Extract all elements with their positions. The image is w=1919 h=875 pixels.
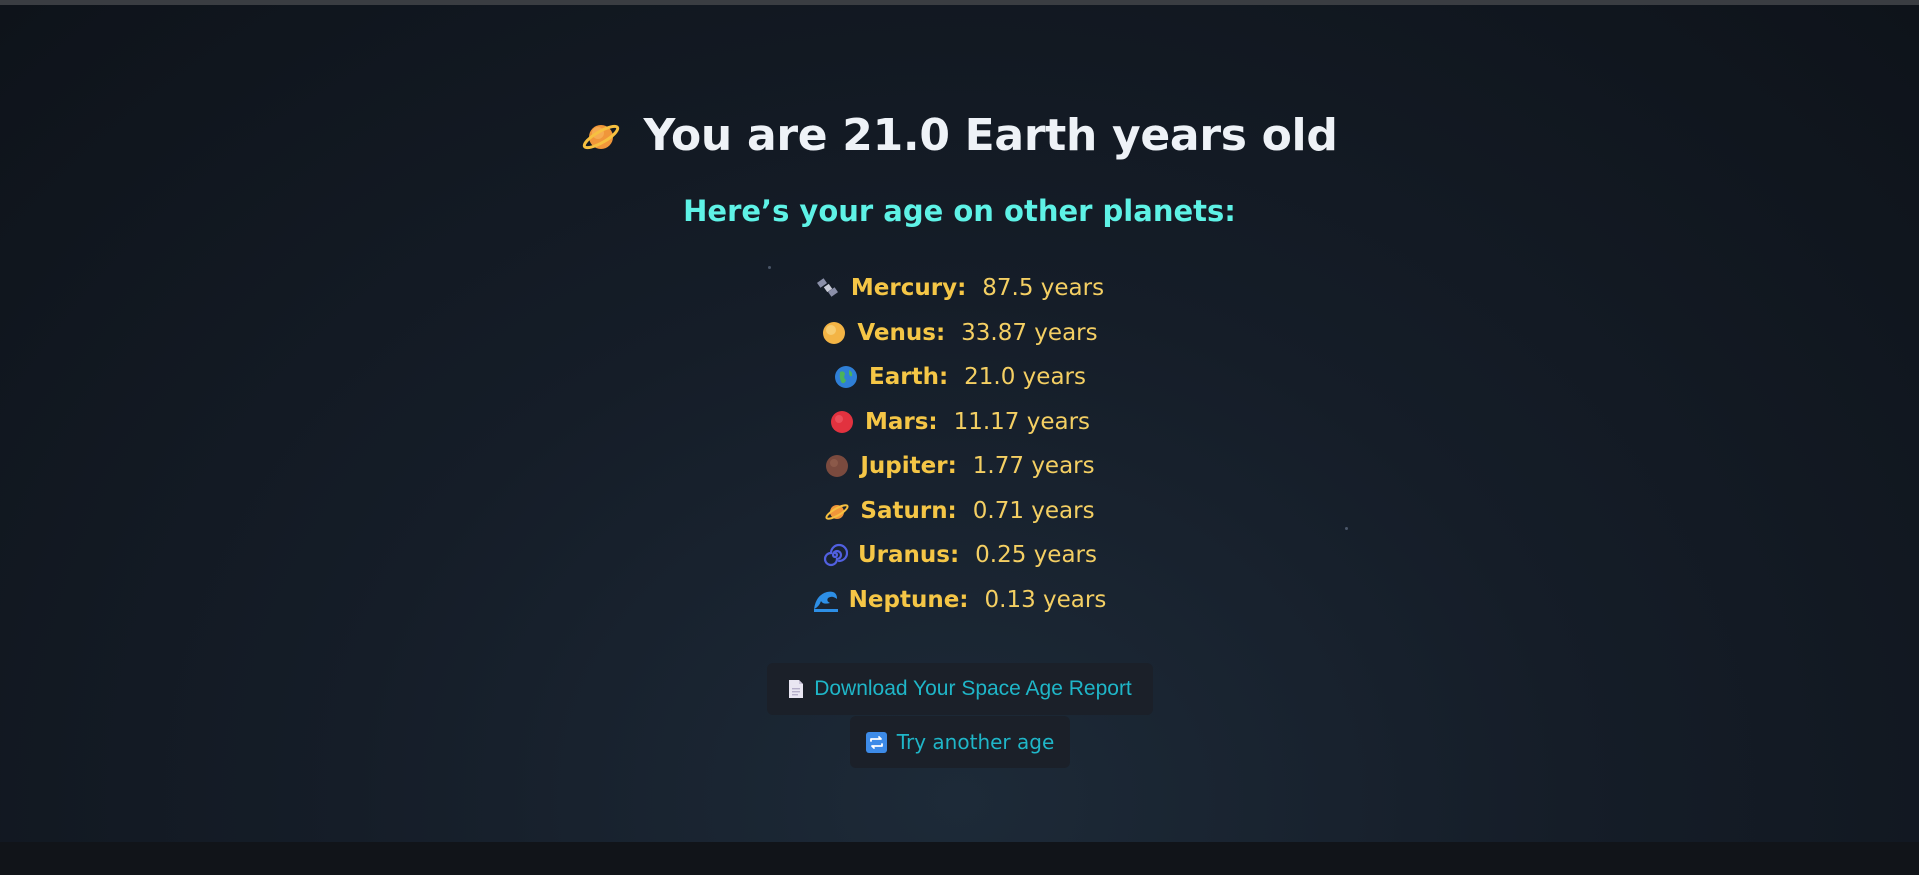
page-icon	[788, 679, 804, 699]
list-item-neptune: Neptune: 0.13 years	[0, 578, 1919, 623]
planet-age: 21.0 years	[964, 364, 1086, 391]
planet-name: Venus:	[857, 319, 946, 346]
planet-age: 87.5 years	[982, 275, 1105, 302]
download-report-button[interactable]: Download Your Space Age Report	[767, 663, 1153, 715]
planet-name: Neptune:	[848, 586, 969, 613]
brown-circle-icon	[824, 453, 850, 479]
planet-name: Mars:	[864, 408, 938, 435]
download-report-label: Download Your Space Age Report	[814, 677, 1132, 700]
list-item-earth: Earth: 21.0 years	[0, 355, 1919, 400]
page-title: You are 21.0 Earth years old	[0, 110, 1919, 161]
repeat-icon	[865, 731, 887, 753]
ringed-planet-icon	[581, 116, 621, 156]
planet-age-list: Mercury: 87.5 years Venus: 33.87 years E…	[0, 266, 1919, 622]
planet-name: Saturn:	[860, 497, 957, 524]
list-item-saturn: Saturn: 0.71 years	[0, 489, 1919, 534]
planet-age: 1.77 years	[972, 453, 1095, 480]
list-item-jupiter: Jupiter: 1.77 years	[0, 444, 1919, 489]
list-item-mercury: Mercury: 87.5 years	[0, 266, 1919, 311]
sun-icon	[821, 320, 847, 346]
try-another-age-button[interactable]: Try another age	[850, 716, 1070, 768]
planet-age: 0.71 years	[972, 497, 1095, 524]
ringed-planet-icon	[824, 498, 850, 524]
planet-age: 0.25 years	[975, 542, 1097, 569]
page-title-text: You are 21.0 Earth years old	[643, 110, 1338, 161]
planet-list-heading: Here’s your age on other planets:	[683, 194, 1236, 228]
try-another-age-label: Try another age	[896, 730, 1055, 754]
bottom-bar	[0, 842, 1919, 875]
planet-name: Earth:	[869, 364, 949, 391]
list-item-venus: Venus: 33.87 years	[0, 311, 1919, 356]
red-circle-icon	[829, 409, 855, 435]
list-item-mars: Mars: 11.17 years	[0, 400, 1919, 445]
planet-name: Mercury:	[850, 275, 967, 302]
planet-name: Jupiter:	[860, 453, 957, 480]
planet-name: Uranus:	[857, 542, 960, 569]
satellite-icon	[815, 275, 841, 301]
cyclone-icon	[822, 542, 849, 568]
planet-age: 11.17 years	[953, 408, 1091, 435]
planet-age: 33.87 years	[961, 319, 1098, 346]
wave-icon	[813, 587, 839, 613]
list-item-uranus: Uranus: 0.25 years	[0, 533, 1919, 578]
globe-icon	[833, 364, 859, 390]
planet-age: 0.13 years	[984, 586, 1107, 613]
